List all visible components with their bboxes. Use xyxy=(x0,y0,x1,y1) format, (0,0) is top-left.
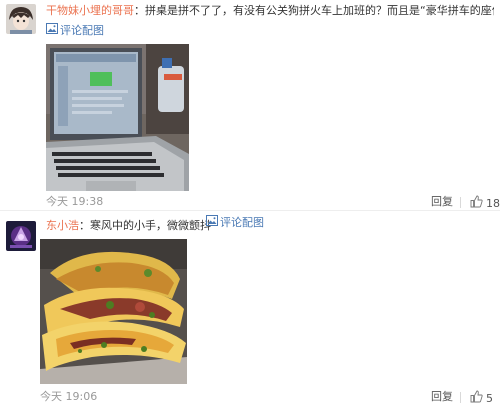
comment-text-line: 干物妹小埋的哥哥：拼桌是拼不了了，有没有公关狗拼火车上加班的？而且是“豪华拼车的… xyxy=(46,4,494,18)
comment-text-line: 东小浩：寒风中的小手，微微颤抖 xyxy=(46,219,494,233)
like-count: 18 xyxy=(486,196,500,210)
comment-text: 寒风中的小手，微微颤抖 xyxy=(90,219,211,232)
timestamp: 今天 19:06 xyxy=(40,390,98,403)
pancake-photo[interactable] xyxy=(40,239,187,384)
view-picture-link[interactable]: 评论配图 xyxy=(46,23,104,38)
like-count: 5 xyxy=(486,391,493,405)
view-picture-link[interactable]: 评论配图 xyxy=(206,215,264,230)
view-picture-label: 评论配图 xyxy=(60,23,104,37)
avatar[interactable] xyxy=(6,4,36,34)
comment-item: 东小浩：寒风中的小手，微微颤抖 评论配图 今天 19:06 回复 5 xyxy=(0,210,500,409)
timestamp: 今天 19:38 xyxy=(46,195,104,208)
comment-text: 拼桌是拼不了了，有没有公关狗拼火车上加班的？而且是“豪华拼车的座位” xyxy=(145,4,494,17)
username-link[interactable]: 东小浩 xyxy=(46,219,79,232)
image-icon xyxy=(206,215,218,230)
avatar[interactable] xyxy=(6,221,36,251)
reply-button[interactable]: 回复 xyxy=(431,195,453,209)
separator: ： xyxy=(79,219,90,232)
reply-button[interactable]: 回复 xyxy=(431,390,453,404)
thumbs-up-icon xyxy=(470,390,483,407)
separator: ： xyxy=(134,4,145,17)
laptop-photo[interactable] xyxy=(46,44,189,191)
comment-item: 干物妹小埋的哥哥：拼桌是拼不了了，有没有公关狗拼火车上加班的？而且是“豪华拼车的… xyxy=(0,0,500,210)
divider xyxy=(460,197,461,208)
username-link[interactable]: 干物妹小埋的哥哥 xyxy=(46,4,134,17)
divider xyxy=(460,392,461,403)
like-button[interactable]: 5 xyxy=(470,390,493,407)
view-picture-label: 评论配图 xyxy=(220,215,264,229)
image-icon xyxy=(46,23,58,38)
